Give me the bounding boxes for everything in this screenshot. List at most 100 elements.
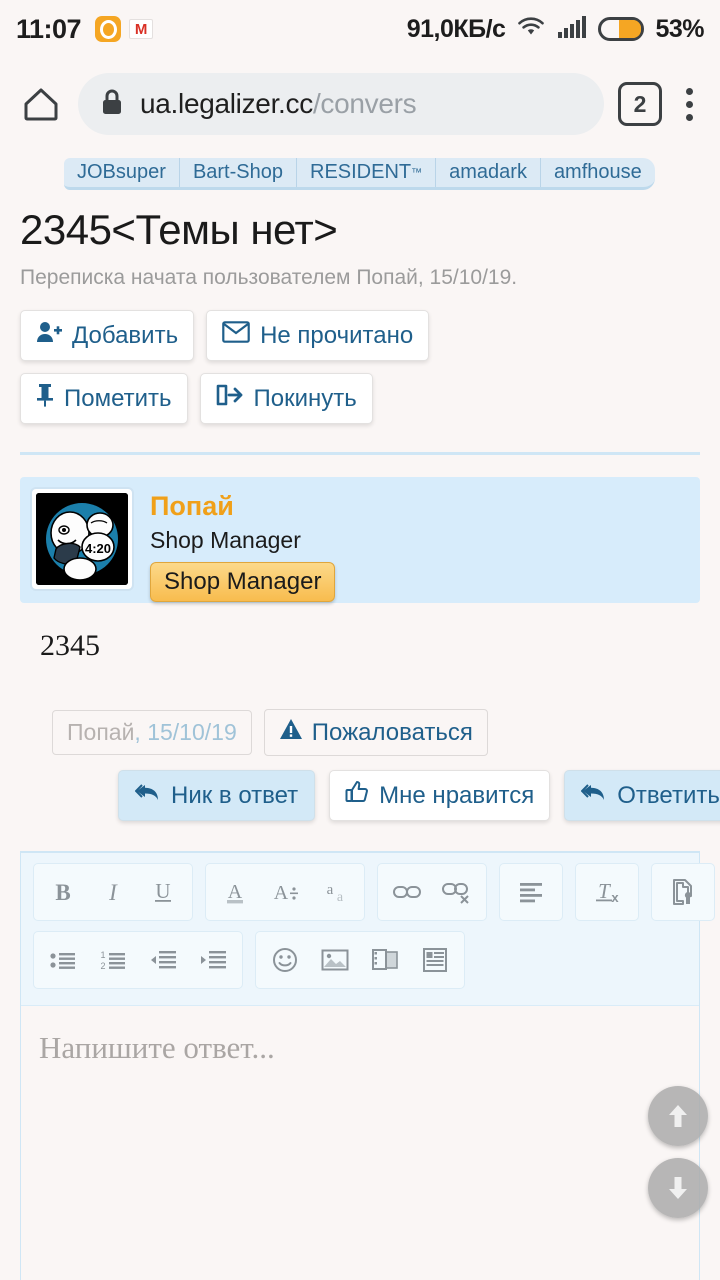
breadcrumb-tab-label: amfhouse <box>553 161 642 183</box>
quote-nick-button[interactable]: Ник в ответ <box>118 770 316 822</box>
breadcrumb-tab-0[interactable]: JOBsuper <box>64 158 180 187</box>
action-label: Ответить <box>617 781 720 809</box>
emoji-icon[interactable] <box>260 936 310 984</box>
breadcrumb-tab-label: JOBsuper <box>77 161 166 183</box>
font-size-icon[interactable]: A <box>260 868 310 916</box>
scroll-buttons <box>648 1086 708 1218</box>
mark-unread-button[interactable]: Не прочитано <box>206 310 430 362</box>
address-bar[interactable]: ua.legalizer.cc/convers <box>78 73 604 135</box>
breadcrumb-tab-1[interactable]: Bart-Shop <box>180 158 297 187</box>
network-speed-label: 91,0КБ/с <box>406 14 506 43</box>
page-content: JOBsuper Bart-Shop RESIDENT ™ amadark amf… <box>0 150 720 1280</box>
report-label: Пожаловаться <box>311 718 473 746</box>
kebab-menu-icon[interactable] <box>676 87 702 121</box>
link-icon[interactable] <box>382 868 432 916</box>
add-participant-button[interactable]: Добавить <box>20 310 195 362</box>
author-name[interactable]: Попай <box>150 491 335 522</box>
svg-text:B: B <box>55 880 70 905</box>
breadcrumb-tab-3[interactable]: amadark <box>436 158 541 187</box>
leave-conversation-button[interactable]: Покинуть <box>199 373 373 425</box>
breadcrumb-tab-4[interactable]: amfhouse <box>541 158 655 187</box>
wifi-icon <box>516 15 546 44</box>
toolbar-group-insert <box>255 931 465 990</box>
reply-button[interactable]: Ответить <box>564 770 720 822</box>
like-button[interactable]: Мне нравится <box>329 770 551 822</box>
underline-icon[interactable]: U <box>138 868 188 916</box>
breadcrumb-tab-2[interactable]: RESIDENT ™ <box>297 158 437 187</box>
reply-editor: B I U A A aa Tx 1 2 Напишите ответ... <box>20 851 715 1280</box>
tab-counter-button[interactable]: 2 <box>618 82 662 126</box>
breadcrumb: JOBsuper Bart-Shop RESIDENT ™ amadark amf… <box>64 158 655 190</box>
report-button[interactable]: Пожаловаться <box>263 709 488 757</box>
remove-format-icon[interactable]: Tx <box>580 868 634 916</box>
bold-icon[interactable]: B <box>38 868 88 916</box>
reply-placeholder: Напишите ответ... <box>39 1030 275 1066</box>
insert-block-icon[interactable] <box>410 936 460 984</box>
lock-icon <box>100 88 124 121</box>
numbered-list-icon[interactable]: 12 <box>88 936 138 984</box>
scroll-down-icon[interactable] <box>648 1158 708 1218</box>
author-title: Shop Manager <box>150 527 301 554</box>
draft-tools-icon[interactable] <box>656 868 710 916</box>
tab-count-label: 2 <box>633 90 647 117</box>
action-label: Пометить <box>64 384 172 412</box>
toolbar-group-font: A A aa <box>205 863 365 922</box>
toolbar-group-link <box>377 863 487 922</box>
scroll-up-icon[interactable] <box>648 1086 708 1146</box>
page-subtitle: Переписка начата пользователем Попай, 15… <box>20 266 518 290</box>
align-icon[interactable] <box>504 868 558 916</box>
envelope-icon <box>222 321 250 350</box>
text-color-icon[interactable]: A <box>210 868 260 916</box>
svg-text:a: a <box>327 882 334 898</box>
exit-icon <box>216 383 244 414</box>
svg-text:I: I <box>108 880 118 905</box>
status-notification-icons: M <box>95 16 154 42</box>
message-author-card: 4:20 Попай Shop Manager Shop Manager <box>20 477 700 604</box>
page-title: 2345<Темы нет> <box>20 206 338 253</box>
message-signature: Попай, 15/10/19 <box>52 710 252 756</box>
unlink-icon[interactable] <box>432 868 482 916</box>
media-icon[interactable] <box>360 936 410 984</box>
reply-all-icon <box>134 781 161 810</box>
home-icon[interactable] <box>18 81 64 127</box>
action-label: Добавить <box>72 321 179 349</box>
action-label: Ник в ответ <box>171 781 299 809</box>
author-meta: Попай Shop Manager Shop Manager <box>150 487 336 603</box>
action-label: Покинуть <box>253 384 357 412</box>
outdent-icon[interactable] <box>138 936 188 984</box>
warning-icon <box>279 718 303 747</box>
divider <box>20 452 700 456</box>
svg-text:U: U <box>155 879 170 903</box>
reply-all-icon <box>580 781 607 810</box>
browser-toolbar: ua.legalizer.cc/convers 2 <box>0 58 720 164</box>
bullet-list-icon[interactable] <box>38 936 88 984</box>
message-footer: Попай, 15/10/19 Пожаловаться <box>20 709 700 757</box>
toolbar-group-align <box>499 863 563 922</box>
breadcrumb-tab-label: amadark <box>449 161 527 183</box>
battery-icon <box>598 17 645 41</box>
avatar[interactable]: 4:20 <box>30 487 134 592</box>
indent-icon[interactable] <box>188 936 238 984</box>
url-text: ua.legalizer.cc/convers <box>140 88 417 120</box>
trademark-mark: ™ <box>411 166 423 179</box>
toolbar-group-lists: 12 <box>33 931 243 990</box>
reply-textarea[interactable]: Напишите ответ... <box>21 1005 699 1280</box>
gmail-icon: M <box>129 19 154 39</box>
svg-text:a: a <box>337 890 344 905</box>
battery-percent-label: 53% <box>655 14 704 43</box>
signature-date: , 15/10/19 <box>134 719 237 746</box>
svg-text:1: 1 <box>100 950 105 960</box>
status-time: 11:07 <box>16 13 82 44</box>
svg-text:2: 2 <box>100 961 105 971</box>
breadcrumb-tab-label: RESIDENT <box>310 161 412 183</box>
user-add-icon <box>36 320 62 351</box>
svg-text:A: A <box>228 881 243 903</box>
italic-icon[interactable]: I <box>88 868 138 916</box>
font-family-icon[interactable]: aa <box>310 868 360 916</box>
signal-icon <box>557 15 587 44</box>
status-right-cluster: 91,0КБ/с 53% <box>406 14 705 44</box>
image-icon[interactable] <box>310 936 360 984</box>
mark-button[interactable]: Пометить <box>20 373 188 425</box>
toolbar-group-draft <box>651 863 715 922</box>
svg-text:A: A <box>274 882 289 904</box>
